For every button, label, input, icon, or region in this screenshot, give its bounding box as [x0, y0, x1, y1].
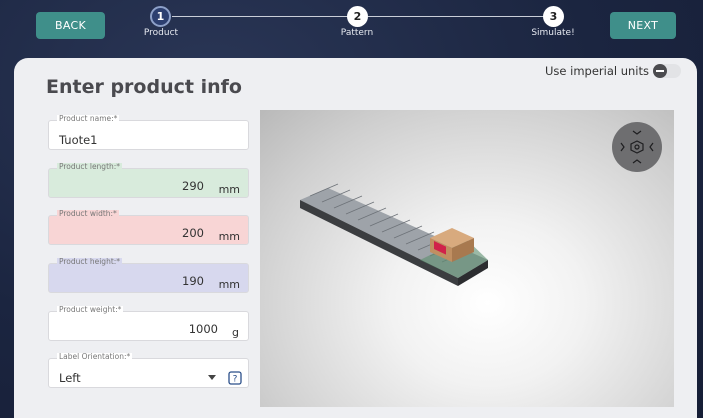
product-weight-value: 1000 — [188, 322, 218, 336]
step-3-indicator[interactable]: 3 — [543, 6, 564, 27]
chevron-down-icon[interactable] — [208, 375, 216, 380]
product-height-field[interactable]: Product height:* 190 mm — [48, 258, 249, 293]
product-info-panel: Enter product info Use imperial units Pr… — [14, 58, 697, 418]
product-name-label: Product name:* — [57, 114, 120, 123]
product-length-label: Product length:* — [57, 162, 123, 171]
label-orientation-label: Label Orientation:* — [57, 352, 133, 361]
step-connector — [172, 16, 356, 17]
step-2-indicator[interactable]: 2 — [347, 6, 368, 27]
minus-toggle-icon — [653, 64, 668, 78]
help-circle-icon[interactable]: ? — [228, 371, 242, 385]
page-title: Enter product info — [46, 76, 242, 98]
label-orientation-select[interactable]: Label Orientation:* Left ? — [48, 353, 249, 388]
step-2-label: Pattern — [340, 28, 374, 38]
product-length-value: 290 — [182, 179, 204, 193]
step-connector — [368, 16, 548, 17]
product-height-label: Product height:* — [57, 257, 123, 266]
product-length-field[interactable]: Product length:* 290 mm — [48, 163, 249, 198]
step-3-label: Simulate! — [531, 28, 575, 38]
product-name-field[interactable]: Product name:* Tuote1 — [48, 115, 249, 150]
product-width-unit: mm — [218, 230, 240, 243]
product-width-label: Product width:* — [57, 209, 119, 218]
product-width-value: 200 — [182, 226, 204, 240]
view-navigation-icon[interactable] — [612, 122, 662, 172]
product-weight-label: Product weight:* — [57, 305, 124, 314]
product-length-unit: mm — [218, 183, 240, 196]
product-name-value: Tuote1 — [59, 133, 98, 147]
back-button[interactable]: BACK — [36, 12, 105, 39]
3d-preview-viewport[interactable] — [260, 110, 674, 407]
imperial-units-label: Use imperial units — [545, 64, 650, 78]
view-navigation-arrows — [620, 130, 654, 164]
svg-text:?: ? — [233, 375, 238, 385]
product-height-unit: mm — [218, 278, 240, 291]
product-weight-field[interactable]: Product weight:* 1000 g — [48, 306, 249, 341]
step-1-label: Product — [143, 28, 179, 38]
product-weight-unit: g — [232, 326, 239, 339]
imperial-units-setting: Use imperial units — [545, 64, 682, 78]
step-1-indicator[interactable]: 1 — [150, 6, 171, 27]
product-width-field[interactable]: Product width:* 200 mm — [48, 210, 249, 245]
next-button[interactable]: NEXT — [610, 12, 676, 39]
product-height-value: 190 — [182, 274, 204, 288]
label-orientation-value: Left — [59, 371, 81, 385]
imperial-units-toggle[interactable] — [653, 64, 682, 78]
